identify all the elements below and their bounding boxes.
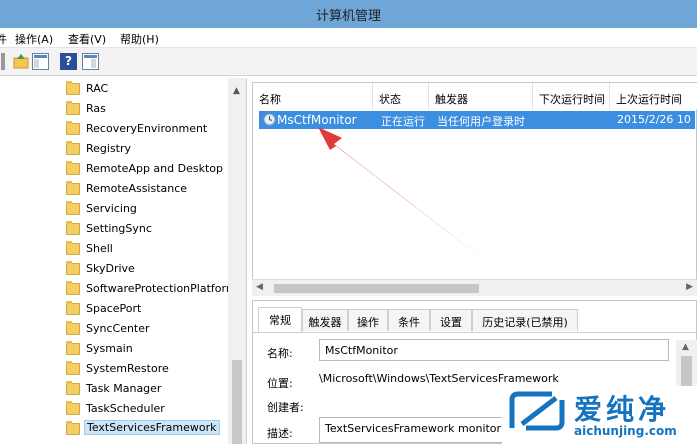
tab-divider — [253, 332, 696, 333]
field-label-description: 描述: — [267, 427, 293, 440]
field-label-location: 位置: — [267, 377, 293, 390]
tab-conditions[interactable]: 条件 — [388, 309, 430, 331]
field-label-name: 名称: — [267, 347, 293, 360]
tab-general[interactable]: 常规 — [258, 307, 302, 332]
name-field[interactable]: MsCtfMonitor — [319, 339, 669, 361]
red-arrow-icon — [318, 127, 492, 266]
watermark: 爱纯净 aichunjing.com — [502, 386, 697, 444]
tab-settings[interactable]: 设置 — [430, 309, 472, 331]
watermark-url: aichunjing.com — [574, 424, 677, 438]
description-field[interactable]: TextServicesFramework monitor t — [319, 417, 514, 443]
tab-triggers[interactable]: 触发器 — [302, 309, 348, 331]
tab-history[interactable]: 历史记录(已禁用) — [472, 309, 578, 331]
watermark-brand: 爱纯净 — [574, 393, 671, 426]
location-value: \Microsoft\Windows\TextServicesFramework — [319, 372, 559, 385]
tab-actions[interactable]: 操作 — [348, 309, 388, 331]
scroll-thumb[interactable] — [681, 356, 692, 386]
watermark-logo-icon — [509, 391, 565, 431]
field-label-author: 创建者: — [267, 401, 304, 414]
scroll-up-icon[interactable]: ▲ — [682, 342, 689, 352]
